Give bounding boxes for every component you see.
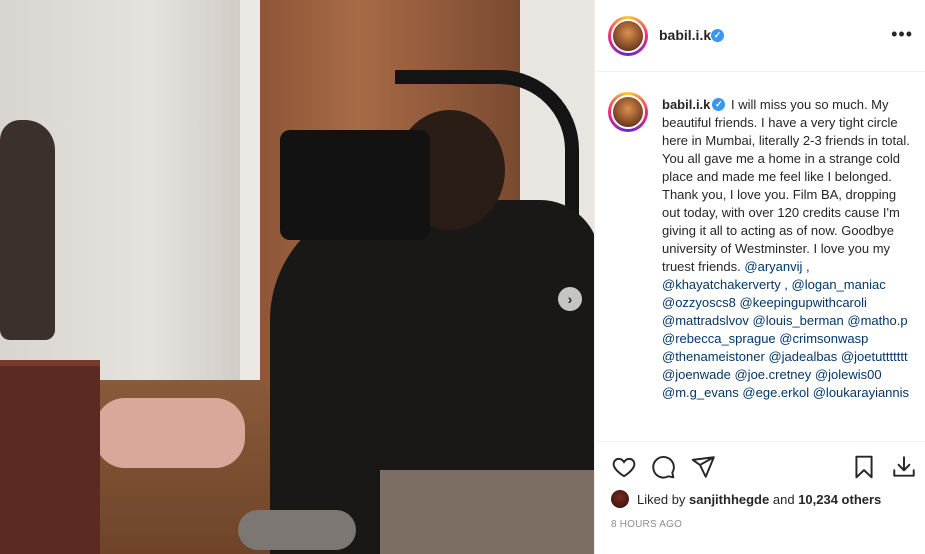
mention-link[interactable]: @joe.cretney <box>734 367 811 382</box>
mention-link[interactable]: @m.g_evans <box>662 385 739 400</box>
photo-table <box>0 360 100 554</box>
caption-avatar-image <box>611 95 645 129</box>
chevron-right-icon: › <box>567 291 573 307</box>
mention-link[interactable]: @logan_maniac <box>792 277 886 292</box>
mention-link[interactable]: @rebecca_sprague <box>662 331 776 346</box>
likes-summary: Liked by sanjithhegde and 10,234 others <box>611 488 921 510</box>
mention-link[interactable]: @joenwade <box>662 367 731 382</box>
avatar-image <box>611 19 645 53</box>
more-options-button[interactable]: ••• <box>891 24 913 45</box>
photo-rug <box>95 398 245 468</box>
mention-link[interactable]: @ege.erkol <box>742 385 809 400</box>
bookmark-icon[interactable] <box>851 454 877 480</box>
mention-link[interactable]: @joetuttttttt <box>841 349 908 364</box>
post-timestamp[interactable]: 8 HOURS AGO <box>611 519 682 530</box>
mention-link[interactable]: @thenameistoner <box>662 349 765 364</box>
mention-link[interactable]: @loukarayiannis <box>813 385 909 400</box>
header-username[interactable]: babil.i.k <box>659 27 711 43</box>
post-photo[interactable] <box>0 0 594 554</box>
mention-link[interactable]: @matho.p <box>847 313 907 328</box>
mention-link[interactable]: @jolewis00 <box>815 367 882 382</box>
likes-text: Liked by sanjithhegde and 10,234 others <box>637 492 881 507</box>
mention-link[interactable]: @keepingupwithcaroli <box>740 295 867 310</box>
mention-link[interactable]: @khayatchakerverty , <box>662 277 788 292</box>
caption: babil.i.k ✓ I will miss you so much. My b… <box>662 96 912 402</box>
photo-shoe <box>238 510 356 550</box>
avatar[interactable] <box>608 16 648 56</box>
likes-middle: and <box>772 492 795 507</box>
carousel-next-button[interactable]: › <box>558 287 582 311</box>
download-icon[interactable] <box>891 454 917 480</box>
heart-icon[interactable] <box>611 454 637 480</box>
likes-count[interactable]: 10,234 others <box>798 492 881 507</box>
photo-step <box>380 470 594 554</box>
photo-doorframe <box>240 0 260 400</box>
mention-link[interactable]: @aryanvij , <box>744 259 809 274</box>
liker-avatar[interactable] <box>611 490 629 508</box>
photo-camera <box>280 130 430 240</box>
likes-prefix: Liked by <box>637 492 686 507</box>
mention-link[interactable]: @louis_berman <box>753 313 844 328</box>
verified-badge-icon: ✓ <box>711 29 724 42</box>
post-sidebar: babil.i.k ✓ ••• babil.i.k ✓ I will miss y… <box>594 0 925 554</box>
action-bar <box>595 446 925 486</box>
caption-username[interactable]: babil.i.k <box>662 97 710 112</box>
photo-person-left <box>0 120 55 340</box>
share-icon[interactable] <box>690 454 716 480</box>
mention-link[interactable]: @jadealbas <box>768 349 837 364</box>
caption-body: I will miss you so much. My beautiful fr… <box>662 97 910 274</box>
mention-link[interactable]: @ozzyoscs8 <box>662 295 736 310</box>
liker-username[interactable]: sanjithhegde <box>689 492 769 507</box>
comment-icon[interactable] <box>650 454 676 480</box>
mention-link[interactable]: @crimsonwasp <box>779 331 868 346</box>
caption-section: babil.i.k ✓ I will miss you so much. My b… <box>595 72 925 442</box>
post-header: babil.i.k ✓ ••• <box>595 0 925 72</box>
caption-avatar[interactable] <box>608 92 648 132</box>
caption-verified-badge-icon: ✓ <box>712 98 726 112</box>
mention-link[interactable]: @mattradslvov <box>662 313 749 328</box>
